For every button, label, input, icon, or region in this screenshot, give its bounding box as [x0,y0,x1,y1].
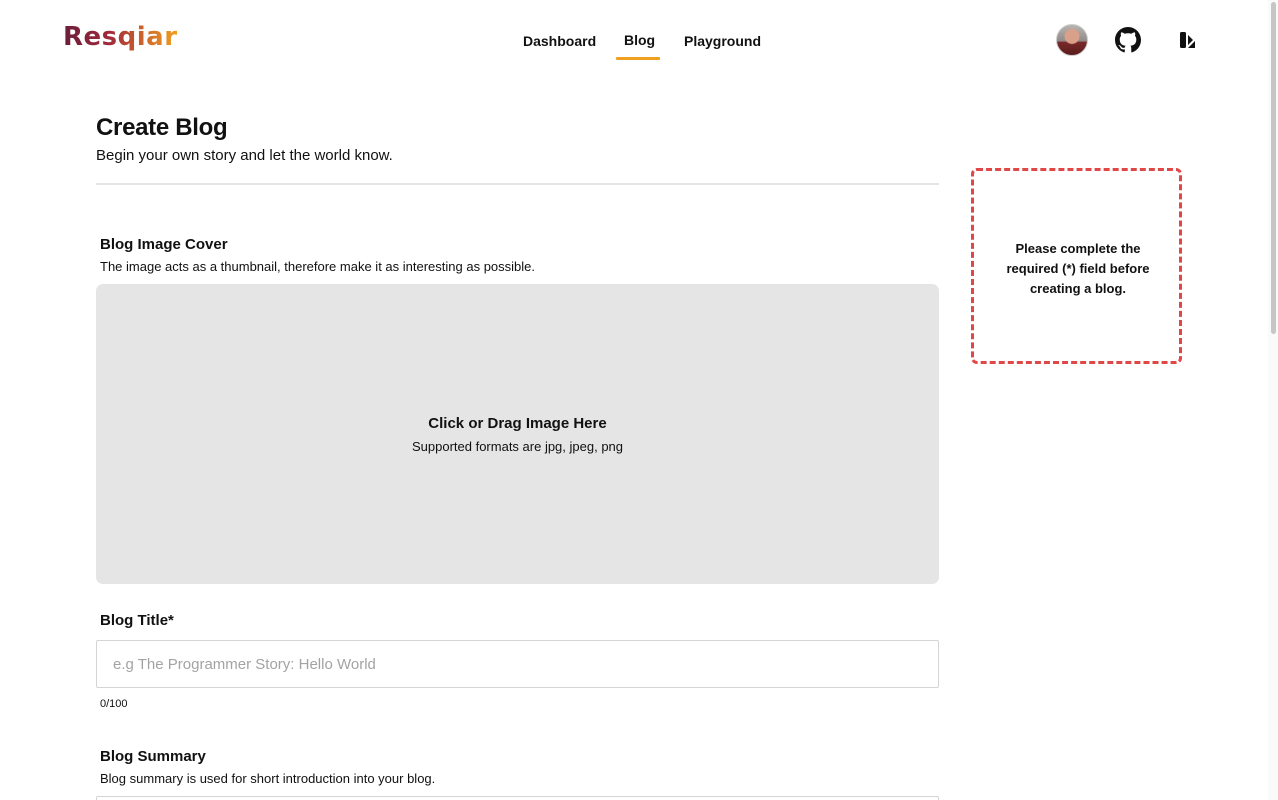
blog-title-label: Blog Title* [100,612,174,629]
blog-summary-input[interactable] [96,796,939,800]
theme-toggle-icon[interactable] [1173,26,1201,54]
top-nav-bar: Resqiar Dashboard Blog Playground [0,0,1278,80]
character-counter: 0/100 [100,698,128,710]
logo[interactable]: Resqiar [63,22,178,52]
image-dropzone[interactable]: Click or Drag Image Here Supported forma… [96,284,939,584]
github-icon[interactable] [1114,26,1142,54]
dropzone-title: Click or Drag Image Here [428,415,607,432]
dropzone-formats: Supported formats are jpg, jpeg, png [411,439,624,454]
avatar[interactable] [1056,24,1088,56]
page-title: Create Blog [96,114,228,141]
nav-item-blog[interactable]: Blog [624,32,655,48]
cover-label: Blog Image Cover [100,236,228,253]
required-fields-warning: Please complete the required (*) field b… [971,168,1182,364]
divider [96,183,939,185]
blog-summary-description: Blog summary is used for short introduct… [100,771,436,786]
scrollbar-thumb[interactable] [1271,2,1276,334]
active-tab-indicator [616,57,660,60]
blog-summary-label: Blog Summary [100,748,206,765]
nav-item-playground[interactable]: Playground [684,33,761,49]
nav-item-dashboard[interactable]: Dashboard [523,33,596,49]
page-subtitle: Begin your own story and let the world k… [96,147,393,164]
blog-title-input[interactable] [96,640,939,688]
cover-description: The image acts as a thumbnail, therefore… [100,259,535,274]
warning-message: Please complete the required (*) field b… [1006,241,1150,296]
